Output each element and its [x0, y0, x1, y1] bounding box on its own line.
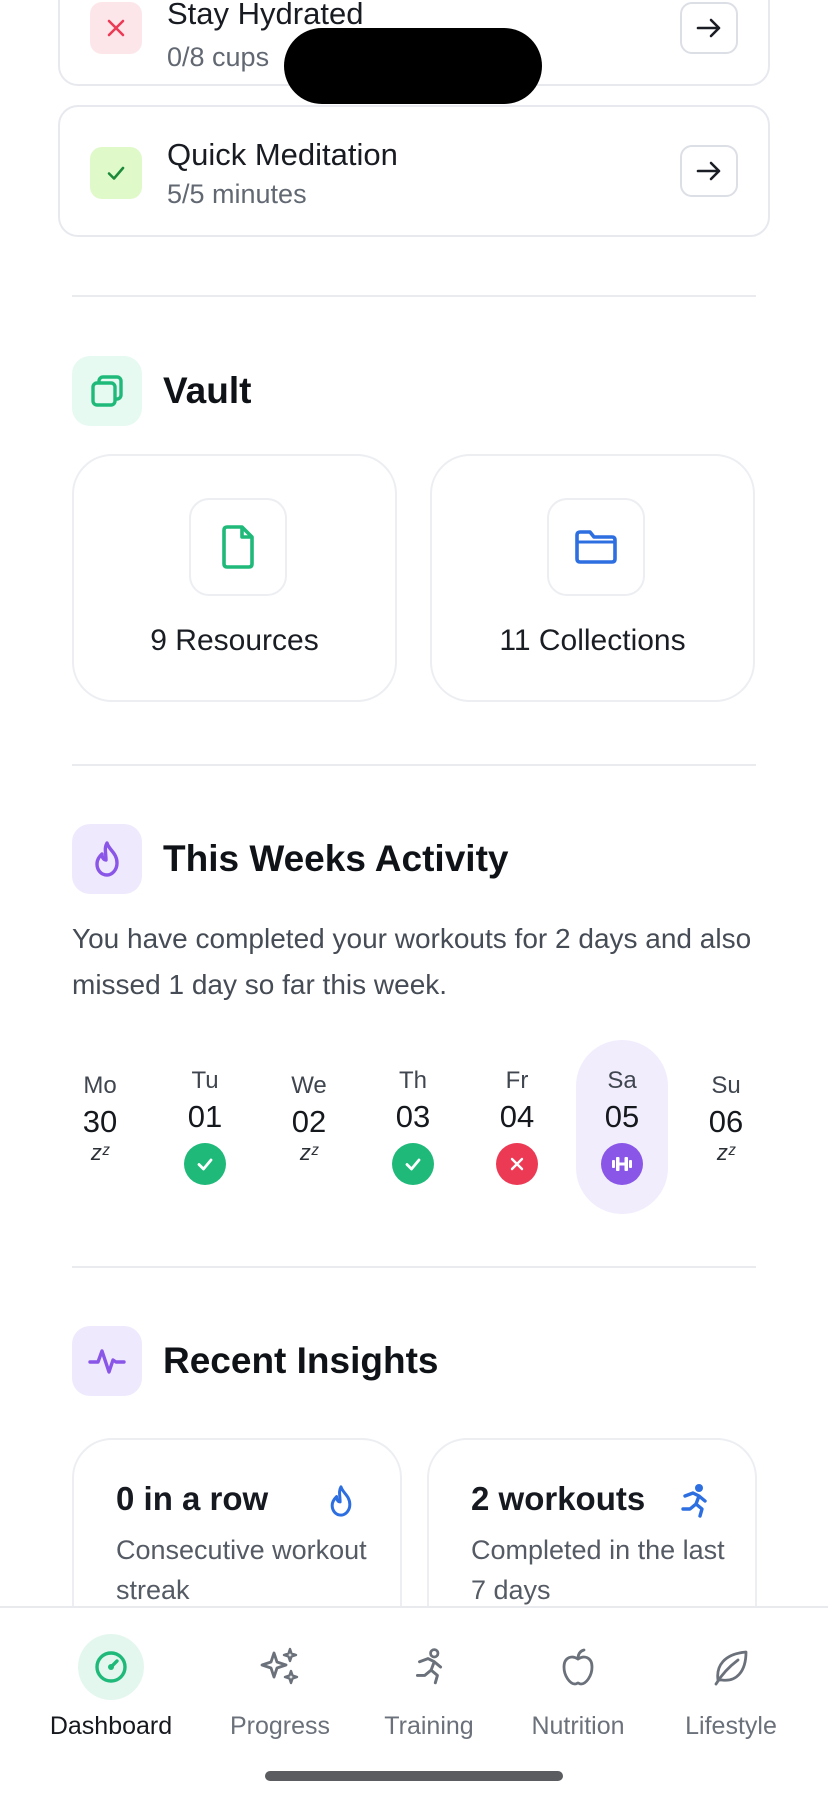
tab-lifestyle[interactable]: Lifestyle	[656, 1634, 806, 1741]
resources-card[interactable]: 9 Resources	[72, 454, 397, 702]
camera-notch	[284, 28, 542, 104]
task-card-quick-meditation[interactable]: Quick Meditation 5/5 minutes	[58, 105, 770, 237]
document-icon	[189, 498, 287, 596]
day-friday[interactable]: Fr 04	[472, 1067, 562, 1185]
insights-title: Recent Insights	[163, 1340, 439, 1381]
rest-day-icon: zᶻ	[716, 1140, 736, 1165]
day-sunday[interactable]: Su 06 zᶻ	[681, 1072, 771, 1166]
collections-label: 11 Collections	[499, 624, 686, 657]
activity-title: This Weeks Activity	[163, 838, 509, 879]
task-missed-icon	[90, 2, 142, 54]
task-done-icon	[90, 147, 142, 199]
day-wednesday[interactable]: We 02 zᶻ	[264, 1072, 354, 1166]
day-saturday[interactable]: Sa 05	[577, 1067, 667, 1185]
insight-description: Consecutive workout streak	[116, 1535, 367, 1605]
vault-icon	[72, 356, 142, 426]
task-title: Quick Meditation	[167, 137, 398, 172]
insight-description: Completed in the last 7 days	[471, 1535, 725, 1605]
tab-label: Nutrition	[531, 1712, 625, 1740]
task-progress: 0/8 cups	[167, 42, 270, 72]
rest-day-icon: zᶻ	[299, 1140, 319, 1165]
vault-title: Vault	[163, 370, 252, 411]
tab-label: Progress	[229, 1712, 331, 1740]
check-icon	[392, 1143, 434, 1185]
day-thursday[interactable]: Th 03	[368, 1067, 458, 1185]
tab-nutrition[interactable]: Nutrition	[503, 1634, 653, 1741]
arrow-right-icon[interactable]	[680, 145, 738, 197]
collections-card[interactable]: 11 Collections	[430, 454, 755, 702]
apple-icon	[545, 1634, 611, 1700]
runner-icon	[396, 1634, 462, 1700]
gauge-icon	[78, 1634, 144, 1700]
arrow-right-icon[interactable]	[680, 2, 738, 54]
task-progress: 5/5 minutes	[167, 179, 307, 209]
dumbbell-icon	[601, 1143, 643, 1185]
close-icon	[496, 1143, 538, 1185]
tab-label: Dashboard	[49, 1712, 173, 1740]
tab-dashboard[interactable]: Dashboard	[36, 1634, 186, 1741]
tab-label: Lifestyle	[685, 1712, 777, 1740]
runner-icon	[677, 1482, 711, 1525]
home-indicator	[265, 1771, 563, 1781]
folder-icon	[547, 498, 645, 596]
dashboard-screen: Stay Hydrated 0/8 cups Quick Meditation …	[0, 0, 828, 1800]
tab-label: Training	[384, 1712, 474, 1740]
section-divider	[72, 764, 756, 766]
insight-title: 2 workouts	[471, 1480, 646, 1517]
resources-label: 9 Resources	[150, 624, 319, 657]
section-divider	[72, 1266, 756, 1268]
day-tuesday[interactable]: Tu 01	[160, 1067, 250, 1185]
section-divider	[72, 295, 756, 297]
pulse-icon	[72, 1326, 142, 1396]
check-icon	[184, 1143, 226, 1185]
rest-day-icon: zᶻ	[90, 1140, 110, 1165]
activity-description: You have completed your workouts for 2 d…	[72, 923, 752, 1000]
insight-title: 0 in a row	[116, 1480, 269, 1517]
tab-training[interactable]: Training	[354, 1634, 504, 1741]
tab-progress[interactable]: Progress	[205, 1634, 355, 1741]
flame-icon	[326, 1482, 356, 1525]
flame-icon	[72, 824, 142, 894]
leaf-icon	[698, 1634, 764, 1700]
day-monday[interactable]: Mo 30 zᶻ	[55, 1072, 145, 1166]
sparkles-icon	[247, 1634, 313, 1700]
